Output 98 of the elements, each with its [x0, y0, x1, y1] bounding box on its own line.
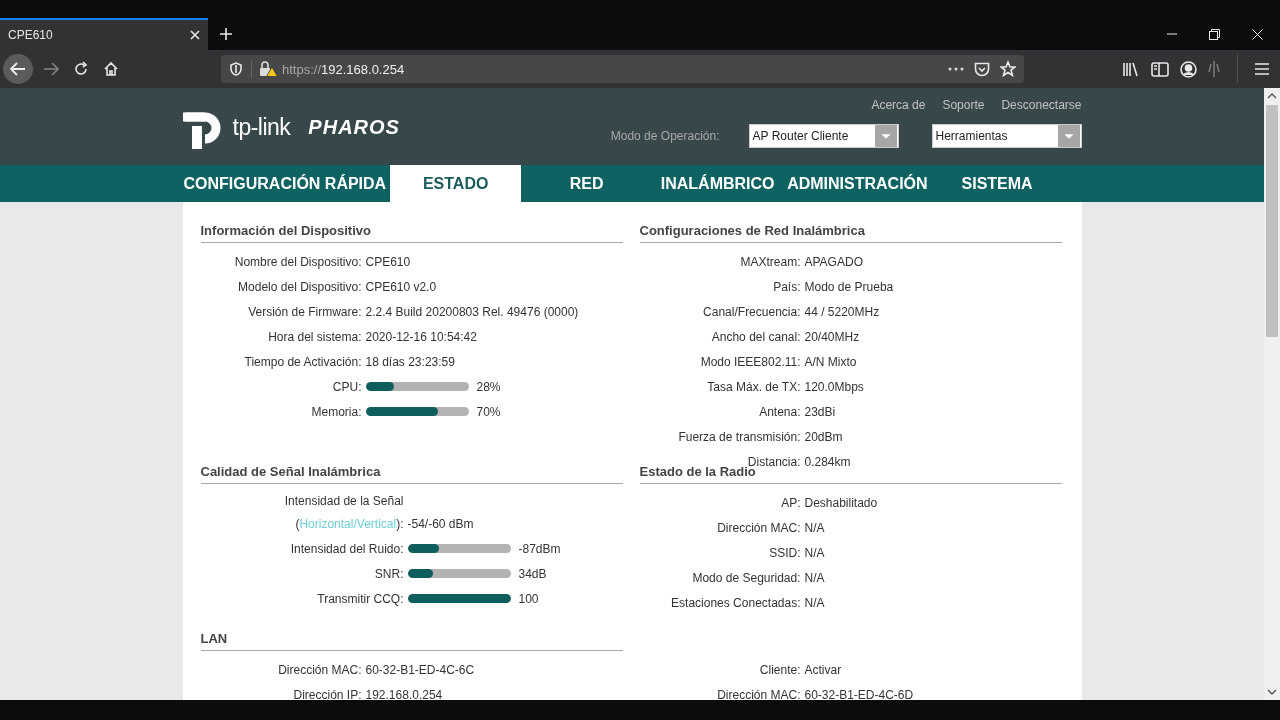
field-label: Dirección MAC:: [716, 687, 802, 700]
field-value: N/A: [804, 520, 825, 535]
nav-tab[interactable]: ESTADO: [390, 165, 522, 202]
field-label: Intensidad de la Señal: [283, 493, 405, 508]
nav-tab[interactable]: RED: [521, 165, 653, 202]
nav-tab[interactable]: CONFIGURACIÓN RÁPIDA: [182, 165, 391, 202]
insecure-lock-icon: [258, 61, 278, 77]
field-label: Nombre del Dispositivo:: [233, 254, 363, 269]
scrollbar[interactable]: [1264, 88, 1280, 700]
dropdown[interactable]: Herramientas: [931, 124, 1082, 148]
home-icon[interactable]: [103, 61, 119, 77]
reload-icon[interactable]: [73, 61, 89, 77]
field-value: Deshabilitado: [804, 495, 878, 510]
brand-wordmark: tp-link: [232, 113, 291, 141]
field-value: N/A: [804, 545, 825, 560]
field-value: 2020-12-16 10:54:42: [365, 329, 477, 344]
field-label: Fuerza de transmisión:: [677, 429, 802, 444]
field-label: País:: [772, 279, 802, 294]
section-title: Configuraciones de Red Inalámbrica: [639, 223, 1062, 243]
shield-icon[interactable]: [229, 62, 243, 76]
field-label: Dirección MAC:: [277, 662, 363, 677]
field-value: Activar: [804, 662, 842, 677]
field-value: Modo de Prueba: [804, 279, 894, 294]
star-icon[interactable]: [1000, 61, 1016, 77]
field-value: CPE610: [365, 254, 411, 269]
nav-tab[interactable]: SISTEMA: [931, 165, 1063, 202]
field-value: 34dB: [518, 566, 547, 581]
new-tab-icon[interactable]: [219, 27, 233, 41]
address-bar[interactable]: https://192.168.0.254: [221, 55, 1024, 83]
close-icon[interactable]: [190, 30, 200, 40]
field-label: Modo de Operación:: [610, 129, 720, 143]
product-name: PHAROS: [308, 115, 400, 139]
field-label: MAXtream:: [739, 254, 802, 269]
field-label: Antena:: [758, 404, 802, 419]
field-label: Intensidad del Ruido:: [289, 541, 405, 556]
menu-icon[interactable]: [1255, 63, 1269, 75]
section-title: Calidad de Señal Inalámbrica: [200, 464, 623, 484]
field-value: 20dBm: [804, 429, 843, 444]
field-label: Tiempo de Activación:: [243, 354, 363, 369]
field-value: 70%: [476, 404, 501, 419]
field-value: APAGADO: [804, 254, 863, 269]
header-link[interactable]: Soporte: [942, 98, 985, 113]
field-label: Estaciones Conectadas:: [670, 595, 802, 610]
field-label: Versión de Firmware:: [247, 304, 363, 319]
field-label: Canal/Frecuencia:: [702, 304, 802, 319]
field-value: 2.2.4 Build 20200803 Rel. 49476 (0000): [365, 304, 579, 319]
field-value: 100: [518, 591, 539, 606]
header-link[interactable]: Desconectarse: [1001, 98, 1082, 113]
field-value: 44 / 5220MHz: [804, 304, 880, 319]
field-value: -87dBm: [518, 541, 561, 556]
field-label: Dirección IP:: [292, 687, 363, 700]
field-value: 18 días 23:23:59: [365, 354, 455, 369]
field-label: (Horizontal/Vertical):: [294, 516, 405, 531]
scrollbar-thumb[interactable]: [1266, 105, 1278, 337]
field-label: Memoria:: [310, 404, 363, 419]
section-title: Información del Dispositivo: [200, 223, 623, 243]
pocket-icon[interactable]: [974, 61, 990, 77]
close-icon[interactable]: [1252, 28, 1263, 40]
restore-icon[interactable]: [1209, 28, 1220, 40]
field-label: Hora del sistema:: [267, 329, 363, 344]
field-value: 120.0Mbps: [804, 379, 864, 394]
field-value: N/A: [804, 570, 825, 585]
section-title: LAN: [200, 631, 623, 651]
field-label: Modo IEEE802.11:: [699, 354, 802, 369]
field-label: Tasa Máx. de TX:: [706, 379, 802, 394]
library-icon[interactable]: [1122, 61, 1140, 77]
field-label: Modelo del Dispositivo:: [237, 279, 363, 294]
browser-tab[interactable]: CPE610: [0, 18, 208, 50]
back-arrow-icon[interactable]: [10, 62, 26, 76]
field-label: SSID:: [768, 545, 802, 560]
back-button[interactable]: [3, 54, 33, 84]
field-value: -54/-60 dBm: [407, 516, 474, 531]
field-value: 192.168.0.254: [365, 687, 443, 700]
field-label: Modo de Seguridad:: [691, 570, 802, 585]
nav-tab[interactable]: ADMINISTRACIÓN: [783, 165, 932, 202]
field-value: 60-32-B1-ED-4C-6D: [804, 687, 914, 700]
field-value: 28%: [476, 379, 501, 394]
field-value: N/A: [804, 595, 825, 610]
field-value: 60-32-B1-ED-4C-6C: [365, 662, 475, 677]
forward-icon[interactable]: [43, 62, 59, 76]
field-label: Transmitir CCQ:: [316, 591, 405, 606]
nav-tab[interactable]: INALÁMBRICO: [652, 165, 784, 202]
field-value: 20/40MHz: [804, 329, 860, 344]
account-icon[interactable]: [1180, 60, 1197, 78]
field-label: Ancho del canal:: [710, 329, 802, 344]
field-label: AP:: [780, 495, 802, 510]
field-value: CPE610 v2.0: [365, 279, 437, 294]
field-label: SNR:: [373, 566, 405, 581]
more-icon[interactable]: [948, 67, 964, 71]
field-label: Cliente:: [758, 662, 802, 677]
dropdown[interactable]: AP Router Cliente: [748, 124, 899, 148]
sidebar-icon[interactable]: [1151, 61, 1169, 77]
header-link[interactable]: Acerca de: [871, 98, 926, 113]
field-label: Dirección MAC:: [716, 520, 802, 535]
field-value: A/N Mixto: [804, 354, 857, 369]
url-text: https://192.168.0.254: [282, 61, 405, 77]
field-label: CPU:: [331, 379, 363, 394]
field-value: 23dBi: [804, 404, 836, 419]
